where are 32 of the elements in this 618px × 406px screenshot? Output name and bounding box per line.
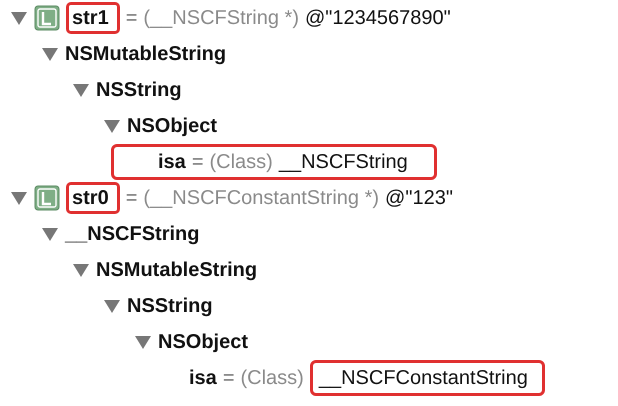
disclosure-triangle-icon[interactable] [134, 334, 152, 350]
variable-value: @"1234567890" [305, 6, 451, 30]
variable-value: __NSCFConstantString [318, 366, 528, 390]
variable-name: isa [158, 150, 186, 174]
variable-value: @"123" [385, 186, 453, 210]
variable-type: (Class) [210, 150, 273, 174]
disclosure-triangle-icon[interactable] [72, 82, 90, 98]
variable-name: __NSCFString [65, 222, 200, 246]
disclosure-triangle-icon[interactable] [72, 262, 90, 278]
variable-name: str0 [72, 186, 109, 210]
variable-name: isa [189, 366, 217, 390]
variable-name: NSObject [158, 330, 248, 354]
equals-sign: = [126, 6, 138, 30]
equals-sign: = [126, 186, 138, 210]
disclosure-triangle-icon[interactable] [10, 190, 28, 206]
variable-name: NSString [127, 294, 213, 318]
variable-value: __NSCFString [278, 150, 408, 174]
disclosure-triangle-icon[interactable] [41, 226, 59, 242]
variable-name: NSString [96, 78, 182, 102]
disclosure-triangle-icon[interactable] [41, 46, 59, 62]
variable-name: NSMutableString [65, 42, 226, 66]
variable-name: str1 [72, 6, 109, 30]
equals-sign: = [192, 150, 204, 174]
variable-type: (__NSCFString *) [143, 6, 299, 30]
disclosure-triangle-icon[interactable] [103, 298, 121, 314]
variable-name: NSObject [127, 114, 218, 138]
variable-type: (Class) [240, 366, 304, 390]
variable-name: NSMutableString [96, 258, 258, 282]
disclosure-triangle-icon[interactable] [10, 10, 28, 26]
disclosure-triangle-icon[interactable] [103, 118, 121, 134]
equals-sign: = [222, 366, 234, 390]
variable-type: (__NSCFConstantString *) [143, 186, 380, 210]
